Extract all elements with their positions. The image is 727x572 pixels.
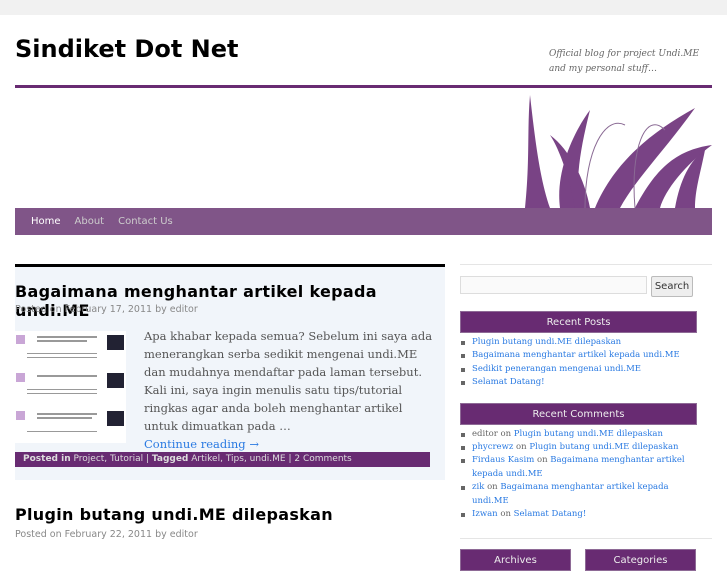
recent-post-link[interactable]: Selamat Datang! (472, 377, 545, 387)
tag-link[interactable]: Artikel (191, 454, 220, 464)
browser-top-bar (0, 0, 727, 15)
recent-posts-heading: Recent Posts (460, 311, 697, 333)
tagged-label: Tagged (151, 454, 189, 464)
continue-reading-link[interactable]: Continue reading → (144, 435, 434, 453)
sidebar: Search Recent Posts Plugin butang undi.M… (460, 264, 712, 572)
search-form: Search (460, 276, 697, 297)
recent-comments-list: editor on Plugin butang undi.ME dilepask… (460, 428, 697, 522)
post-author-link[interactable]: editor (170, 529, 198, 540)
site-title[interactable]: Sindiket Dot Net (15, 35, 239, 63)
archives-heading: Archives (460, 549, 571, 572)
recent-post-link[interactable]: Plugin butang undi.ME dilepaskan (472, 337, 621, 347)
excerpt-text: Apa khabar kepada semua? Sebelum ini say… (144, 329, 433, 433)
comment-post-link[interactable]: Bagaimana menghantar artikel kepada undi… (472, 482, 669, 505)
post-meta: Posted on February 22, 2011 by editor (15, 529, 333, 540)
sidebar-divider (460, 538, 712, 540)
comment-author-link[interactable]: phycrewz (472, 442, 513, 452)
on-label: on (500, 428, 512, 439)
post-date-link[interactable]: February 17, 2011 (65, 304, 152, 315)
list-item: Izwan on Selamat Datang! (460, 508, 697, 521)
on-label: on (516, 442, 527, 453)
meta-by: by (155, 529, 167, 540)
comment-post-link[interactable]: Plugin butang undi.ME dilepaskan (514, 429, 663, 439)
post-excerpt: Apa khabar kepada semua? Sebelum ini say… (144, 327, 434, 453)
list-item: Bagaimana menghantar artikel kepada undi… (460, 349, 697, 362)
main-nav: Home About Contact Us (15, 208, 712, 235)
post-article: Plugin butang undi.ME dilepaskan Posted … (15, 505, 333, 540)
tag-link[interactable]: undi.ME (250, 454, 286, 464)
categories-heading: Categories (585, 549, 696, 572)
recent-post-link[interactable]: Bagaimana menghantar artikel kepada undi… (472, 350, 680, 360)
post-title[interactable]: Plugin butang undi.ME dilepaskan (15, 505, 333, 524)
comment-author-link[interactable]: zik (472, 482, 484, 492)
post-meta: Posted on February 17, 2011 by editor (15, 304, 198, 315)
header-divider (15, 85, 712, 88)
posted-in-label: Posted in (23, 454, 71, 464)
comment-post-link[interactable]: Plugin butang undi.ME dilepaskan (529, 442, 678, 452)
site-tagline: Official blog for project Undi.ME and my… (549, 49, 700, 74)
on-label: on (537, 455, 548, 466)
list-item: Sedikit penerangan mengenai undi.ME (460, 363, 697, 376)
list-item: Plugin butang undi.ME dilepaskan (460, 336, 697, 349)
list-item: Firdaus Kasim on Bagaimana menghantar ar… (460, 454, 697, 481)
post-author-link[interactable]: editor (170, 304, 198, 315)
tag-link[interactable]: Tips (226, 454, 244, 464)
recent-comments-heading: Recent Comments (460, 402, 697, 425)
nav-about[interactable]: About (75, 216, 105, 227)
recent-post-link[interactable]: Sedikit penerangan mengenai undi.ME (472, 364, 641, 374)
on-label: on (500, 509, 511, 520)
list-item: editor on Plugin butang undi.ME dilepask… (460, 428, 697, 441)
comment-author-link[interactable]: Izwan (472, 509, 498, 519)
sidebar-divider (460, 264, 712, 265)
list-item: Selamat Datang! (460, 376, 697, 389)
meta-label: Posted on (15, 529, 62, 540)
recent-posts-list: Plugin butang undi.ME dilepaskan Bagaima… (460, 336, 697, 390)
comment-author-link[interactable]: Firdaus Kasim (472, 455, 534, 465)
list-item: zik on Bagaimana menghantar artikel kepa… (460, 481, 697, 508)
comment-post-link[interactable]: Selamat Datang! (514, 509, 587, 519)
search-button[interactable]: Search (651, 276, 693, 297)
meta-by: by (155, 304, 167, 315)
post-footer: Posted in Project, Tutorial | Tagged Art… (15, 452, 430, 467)
post-thumbnail-image (15, 331, 126, 443)
widget-row: Archives Categories (460, 549, 697, 572)
list-item: phycrewz on Plugin butang undi.ME dilepa… (460, 441, 697, 454)
meta-label: Posted on (15, 304, 62, 315)
category-link[interactable]: Tutorial (110, 454, 143, 464)
nav-home[interactable]: Home (31, 216, 61, 227)
search-input[interactable] (460, 276, 647, 294)
category-link[interactable]: Project (74, 454, 105, 464)
post-date-link[interactable]: February 22, 2011 (65, 529, 152, 540)
on-label: on (487, 482, 498, 493)
post-article: Bagaimana menghantar artikel kepada undi… (15, 264, 445, 480)
header-grass-image (525, 95, 712, 208)
comments-link[interactable]: 2 Comments (294, 454, 351, 464)
comment-author: editor (472, 428, 498, 439)
nav-contact-us[interactable]: Contact Us (118, 216, 173, 227)
